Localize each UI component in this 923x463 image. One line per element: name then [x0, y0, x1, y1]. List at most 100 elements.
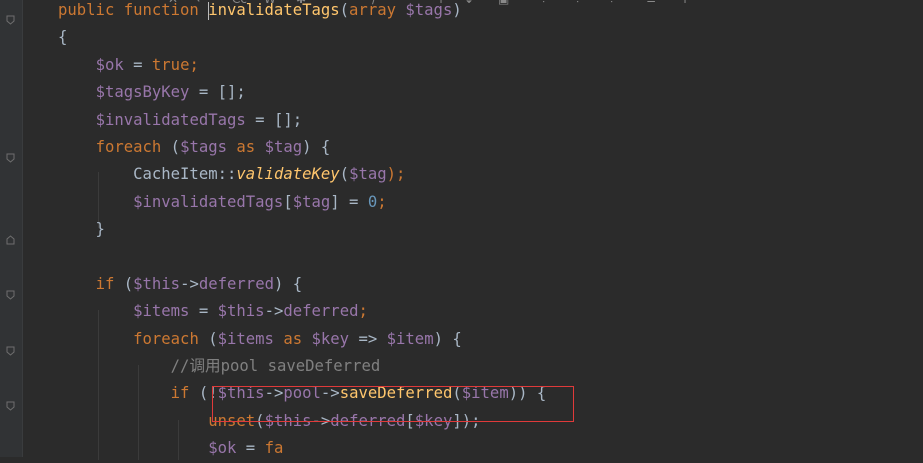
code-line[interactable]: $ok = fa: [58, 435, 546, 462]
code-token: =: [189, 302, 218, 321]
code-line[interactable]: $invalidatedTags[$tag] = 0;: [58, 189, 546, 216]
code-token: ): [452, 1, 462, 19]
fold-marker-icon[interactable]: [6, 401, 15, 411]
code-line[interactable]: $invalidatedTags = [];: [58, 107, 546, 134]
split-icon[interactable]: ⫶: [576, 0, 579, 7]
code-token: ) {: [433, 329, 462, 348]
code-token: );: [386, 165, 406, 184]
code-token: ;: [358, 302, 368, 321]
code-line[interactable]: }: [58, 216, 546, 243]
code-line[interactable]: [58, 244, 546, 271]
code-token: = [];: [189, 83, 246, 102]
code-token: $invalidatedTags: [133, 192, 284, 211]
code-token: $tag: [264, 137, 303, 156]
code-token: $tags: [405, 1, 453, 19]
code-token: = [];: [245, 110, 303, 129]
code-token: unset: [208, 411, 256, 430]
code-token: true: [151, 55, 190, 74]
code-editor[interactable]: public function invalidateTags(array $ta…: [58, 0, 546, 463]
code-token: =: [236, 439, 265, 458]
code-line[interactable]: if ($this->deferred) {: [58, 271, 546, 298]
code-token: ->: [264, 302, 284, 321]
code-token: ) {: [302, 137, 331, 156]
code-token: ->: [180, 274, 199, 293]
code-token: $ok: [208, 439, 237, 458]
code-token: deferred: [198, 274, 274, 293]
code-token: (: [452, 384, 462, 403]
fold-marker-icon[interactable]: [6, 153, 15, 163]
code-token: }: [58, 220, 105, 239]
code-token: $this: [217, 384, 265, 403]
code-line[interactable]: foreach ($items as $key => $item) {: [58, 326, 546, 353]
code-token: foreach: [95, 137, 162, 156]
code-token: $tag: [292, 192, 331, 211]
code-token: $this: [217, 302, 265, 321]
code-token: (: [255, 411, 265, 430]
code-token: $item: [386, 329, 434, 348]
code-token: 0: [367, 192, 378, 211]
code-token: pool: [283, 384, 321, 403]
fold-marker-icon[interactable]: [6, 346, 15, 356]
code-token: public function: [58, 1, 209, 19]
gutter-separator: [22, 0, 23, 457]
code-token: $tag: [349, 165, 387, 184]
code-token: $tagsByKey: [95, 83, 190, 102]
code-line[interactable]: unset($this->deferred[$key]);: [58, 408, 546, 435]
code-token: ;: [377, 192, 387, 211]
code-line[interactable]: $items = $this->deferred;: [58, 298, 546, 325]
code-token: ->: [264, 384, 284, 403]
code-line[interactable]: $ok = true;: [58, 52, 546, 79]
align-icon[interactable]: ≡: [646, 0, 656, 6]
code-token: (: [198, 329, 218, 348]
pin-icon[interactable]: ↑: [680, 0, 690, 6]
editor-gutter[interactable]: [0, 0, 22, 457]
code-token: $items: [133, 302, 190, 321]
code-token: $item: [461, 384, 509, 403]
code-line[interactable]: if (!$this->pool->saveDeferred($item)) {: [58, 380, 547, 407]
code-line[interactable]: foreach ($tags as $tag) {: [58, 134, 546, 161]
code-token: ]);: [452, 411, 481, 430]
code-token: [: [283, 192, 293, 211]
code-token: $key: [311, 329, 350, 348]
code-token: $this: [133, 274, 181, 293]
code-token: invalidateTags: [208, 1, 340, 19]
code-token: $key: [414, 411, 453, 430]
code-line[interactable]: CacheItem::validateKey($tag);: [58, 161, 546, 188]
code-token: deferred: [283, 302, 359, 321]
fold-end-marker-icon[interactable]: [6, 235, 15, 245]
code-token: foreach: [133, 329, 199, 348]
code-token: (: [114, 274, 134, 293]
fold-marker-icon[interactable]: [6, 290, 15, 300]
code-line[interactable]: public function invalidateTags(array $ta…: [58, 0, 546, 24]
code-token: $tags: [180, 137, 228, 156]
code-token: ->: [311, 411, 331, 430]
code-token: )) {: [508, 384, 547, 403]
code-token: if: [170, 384, 190, 403]
code-token: as: [273, 329, 312, 348]
code-token: ) {: [273, 274, 303, 293]
code-token: (: [339, 165, 350, 184]
code-token: array: [349, 1, 406, 19]
code-token: validateKey: [236, 165, 340, 184]
code-token: =: [123, 55, 152, 74]
fold-marker-icon[interactable]: [6, 15, 15, 25]
code-line[interactable]: {: [58, 24, 546, 51]
code-token: (: [161, 137, 181, 156]
code-token: $invalidatedTags: [95, 110, 246, 129]
code-line[interactable]: $tagsByKey = [];: [58, 79, 546, 106]
code-token: $ok: [95, 55, 124, 74]
code-line[interactable]: //调用pool saveDeferred: [58, 353, 546, 380]
code-token: (: [339, 1, 350, 19]
code-token: ] =: [330, 192, 368, 211]
code-token: [: [405, 411, 415, 430]
code-token: CacheItem::: [58, 165, 237, 184]
split-icon[interactable]: ⫶: [610, 0, 613, 7]
